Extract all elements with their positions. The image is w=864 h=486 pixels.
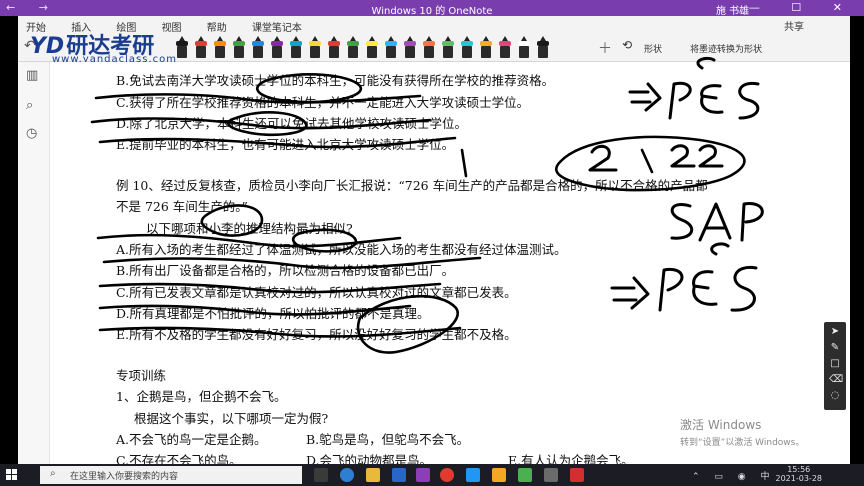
comment-icon[interactable]: ◌ [829, 390, 841, 402]
pen-tool[interactable] [518, 36, 530, 58]
taskbar-search[interactable]: ⌕ 在这里输入你要搜索的内容 [40, 466, 302, 484]
pen-tool[interactable] [347, 36, 359, 58]
app-icon[interactable] [466, 468, 480, 482]
pen-icon[interactable]: ✎ [829, 342, 841, 354]
task-view-icon[interactable] [314, 468, 328, 482]
pen-tool[interactable] [252, 36, 264, 58]
question-text: 1、企鹅是鸟，但企鹅不会飞。 [116, 389, 287, 404]
ruler-icon[interactable]: ＋ [598, 38, 612, 58]
answer-option: B.鸵鸟是鸟，但鸵鸟不会飞。 [306, 432, 470, 447]
app-icon[interactable] [492, 468, 506, 482]
windows-start-icon[interactable] [6, 469, 18, 481]
pen-tool[interactable] [271, 36, 283, 58]
store-icon[interactable] [392, 468, 406, 482]
activation-watermark: 激活 Windows 转到“设置”以激活 Windows。 [680, 416, 804, 448]
brand-logo: YD研达考研 www.yandaclass.com [30, 28, 176, 65]
pen-tool[interactable] [176, 36, 188, 58]
pen-tool[interactable] [290, 36, 302, 58]
pen-tool[interactable] [442, 36, 454, 58]
pen-tool[interactable] [366, 36, 378, 58]
question-prompt: 根据这个事实，以下哪项一定为假? [134, 411, 329, 426]
lasso-icon[interactable]: ⟲ [622, 38, 632, 52]
note-page[interactable]: B.免试去南洋大学攻读硕士学位的本科生，可能没有获得所在学校的推荐资格。 C.获… [50, 62, 850, 468]
section-heading: 专项训练 [116, 368, 167, 383]
right-edge [850, 16, 864, 464]
left-edge [0, 16, 18, 464]
eraser-icon[interactable]: ⌫ [829, 374, 843, 386]
taskbar: ⌕ 在这里输入你要搜索的内容 ⌃ ▭ ◉ 中 15:56 2021-03-28 [0, 464, 864, 486]
ink-tool-palette: ➤ ✎ □ ⌫ ◌ [824, 322, 846, 410]
tab-help[interactable]: 帮助 [207, 23, 227, 34]
ink-to-shape-toggle[interactable]: 将墨迹转换为形状 [690, 42, 762, 55]
answer-option: A.所有入场的考生都经过了体温测试，所以没能入场的考生都没有经过体温测试。 [116, 242, 567, 257]
option-line: D.除了北京大学，本科生还可以免试去其他学校攻读硕士学位。 [116, 116, 468, 131]
clock-date: 2021-03-28 [775, 474, 823, 483]
pen-tool[interactable] [480, 36, 492, 58]
answer-option: A.不会飞的鸟一定是企鹅。 [116, 432, 267, 447]
navigation-rail: ▥ ⌕ ◷ [18, 62, 50, 464]
app-icon[interactable] [544, 468, 558, 482]
tab-class-notebook[interactable]: 课堂笔记本 [252, 23, 302, 34]
share-button[interactable]: 共享 [784, 18, 804, 33]
recent-icon[interactable]: ◷ [26, 126, 37, 141]
clock-time: 15:56 [787, 465, 811, 474]
shapes-button[interactable]: 形状 [644, 42, 662, 55]
search-icon[interactable]: ⌕ [26, 98, 33, 113]
question-prompt: 以下哪项和小李的推理结构最为相似? [146, 221, 353, 236]
chrome-icon[interactable] [440, 468, 454, 482]
window-controls[interactable]: — ☐ ✕ [749, 1, 856, 14]
notebooks-icon[interactable]: ▥ [26, 68, 38, 83]
search-icon: ⌕ [50, 468, 56, 479]
app-icon[interactable] [570, 468, 584, 482]
option-line: B.免试去南洋大学攻读硕士学位的本科生，可能没有获得所在学校的推荐资格。 [116, 73, 555, 88]
app-icon[interactable] [518, 468, 532, 482]
option-line: C.获得了所在学校推荐资格的本科生，并不一定能进入大学攻读硕士学位。 [116, 95, 530, 110]
activation-title: 激活 Windows [680, 418, 762, 432]
answer-option: C.所有已发表文章都是认真校对过的，所以认真校对过的文章都已发表。 [116, 285, 517, 300]
pen-tool[interactable] [328, 36, 340, 58]
onenote-icon[interactable] [416, 468, 430, 482]
answer-option: B.所有出厂设备都是合格的，所以检测合格的设备都已出厂。 [116, 263, 455, 278]
search-placeholder: 在这里输入你要搜索的内容 [70, 472, 179, 482]
option-line: E.提前毕业的本科生，也有可能进入北京大学攻读硕士学位。 [116, 137, 455, 152]
pen-tool[interactable] [404, 36, 416, 58]
rectangle-icon[interactable]: □ [829, 358, 841, 370]
user-name[interactable]: 施 书雄 [716, 2, 749, 17]
pen-tool[interactable] [423, 36, 435, 58]
activation-detail: 转到“设置”以激活 Windows。 [680, 438, 805, 448]
pen-tool[interactable] [233, 36, 245, 58]
question-text: 不是 726 车间生产的。” [116, 199, 248, 214]
question-text: 例 10、经过反复核查，质检员小李向厂长汇报说：“726 车间生产的产品都是合格… [116, 178, 708, 193]
pen-tool[interactable] [195, 36, 207, 58]
pointer-icon[interactable]: ➤ [829, 326, 841, 338]
system-tray-icons[interactable]: ⌃ ▭ ◉ 中 [692, 469, 776, 482]
pen-tool[interactable] [499, 36, 511, 58]
ime-indicator[interactable]: 中 [760, 472, 775, 482]
title-bar: ← → Windows 10 的 OneNote 施 书雄 — ☐ ✕ [0, 0, 864, 17]
tab-view[interactable]: 视图 [162, 23, 182, 34]
pen-tool[interactable] [214, 36, 226, 58]
answer-option: D.所有真理都是不怕批评的，所以怕批评的都不是真理。 [116, 306, 430, 321]
pen-tool[interactable] [309, 36, 321, 58]
file-explorer-icon[interactable] [366, 468, 380, 482]
pen-tool[interactable] [537, 36, 549, 58]
clock[interactable]: 15:56 2021-03-28 [776, 465, 823, 483]
answer-option: E.所有不及格的学生都没有好好复习，所以没好好复习的学生都不及格。 [116, 327, 517, 342]
pen-tool[interactable] [461, 36, 473, 58]
pen-tool[interactable] [385, 36, 397, 58]
edge-icon[interactable] [340, 468, 354, 482]
